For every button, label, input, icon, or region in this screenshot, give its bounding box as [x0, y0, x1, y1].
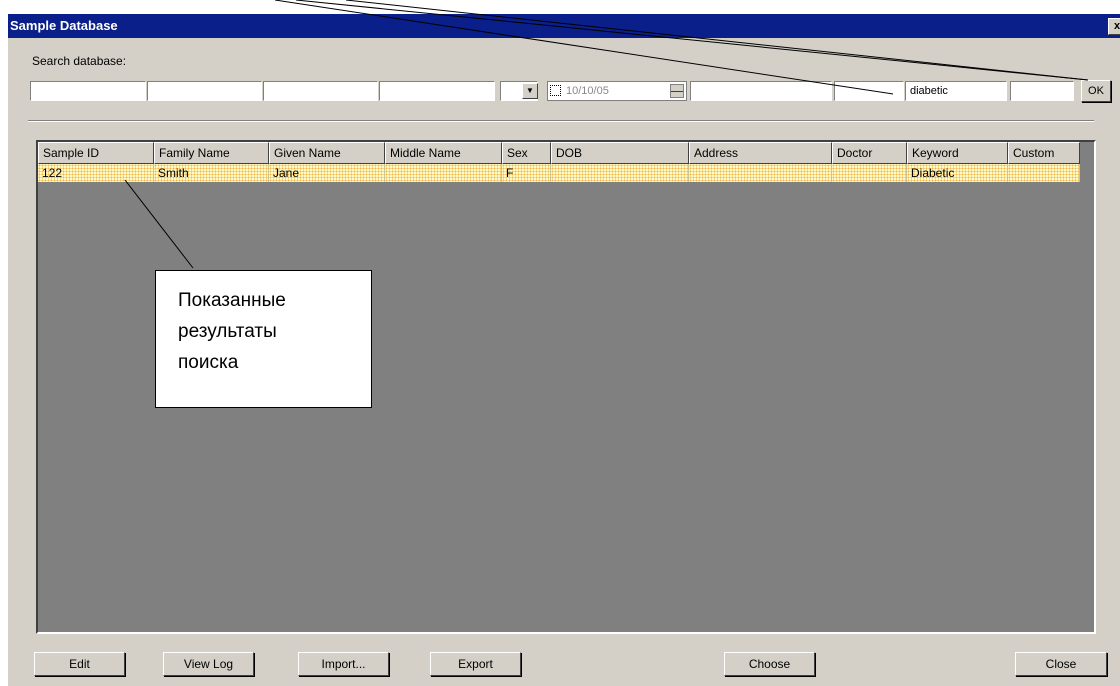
- search-results-callout: Показанные результаты поиска: [155, 270, 372, 408]
- callout-line: Показанные: [178, 290, 286, 311]
- callout-line: результаты: [178, 321, 277, 342]
- callout-line: поиска: [178, 352, 239, 373]
